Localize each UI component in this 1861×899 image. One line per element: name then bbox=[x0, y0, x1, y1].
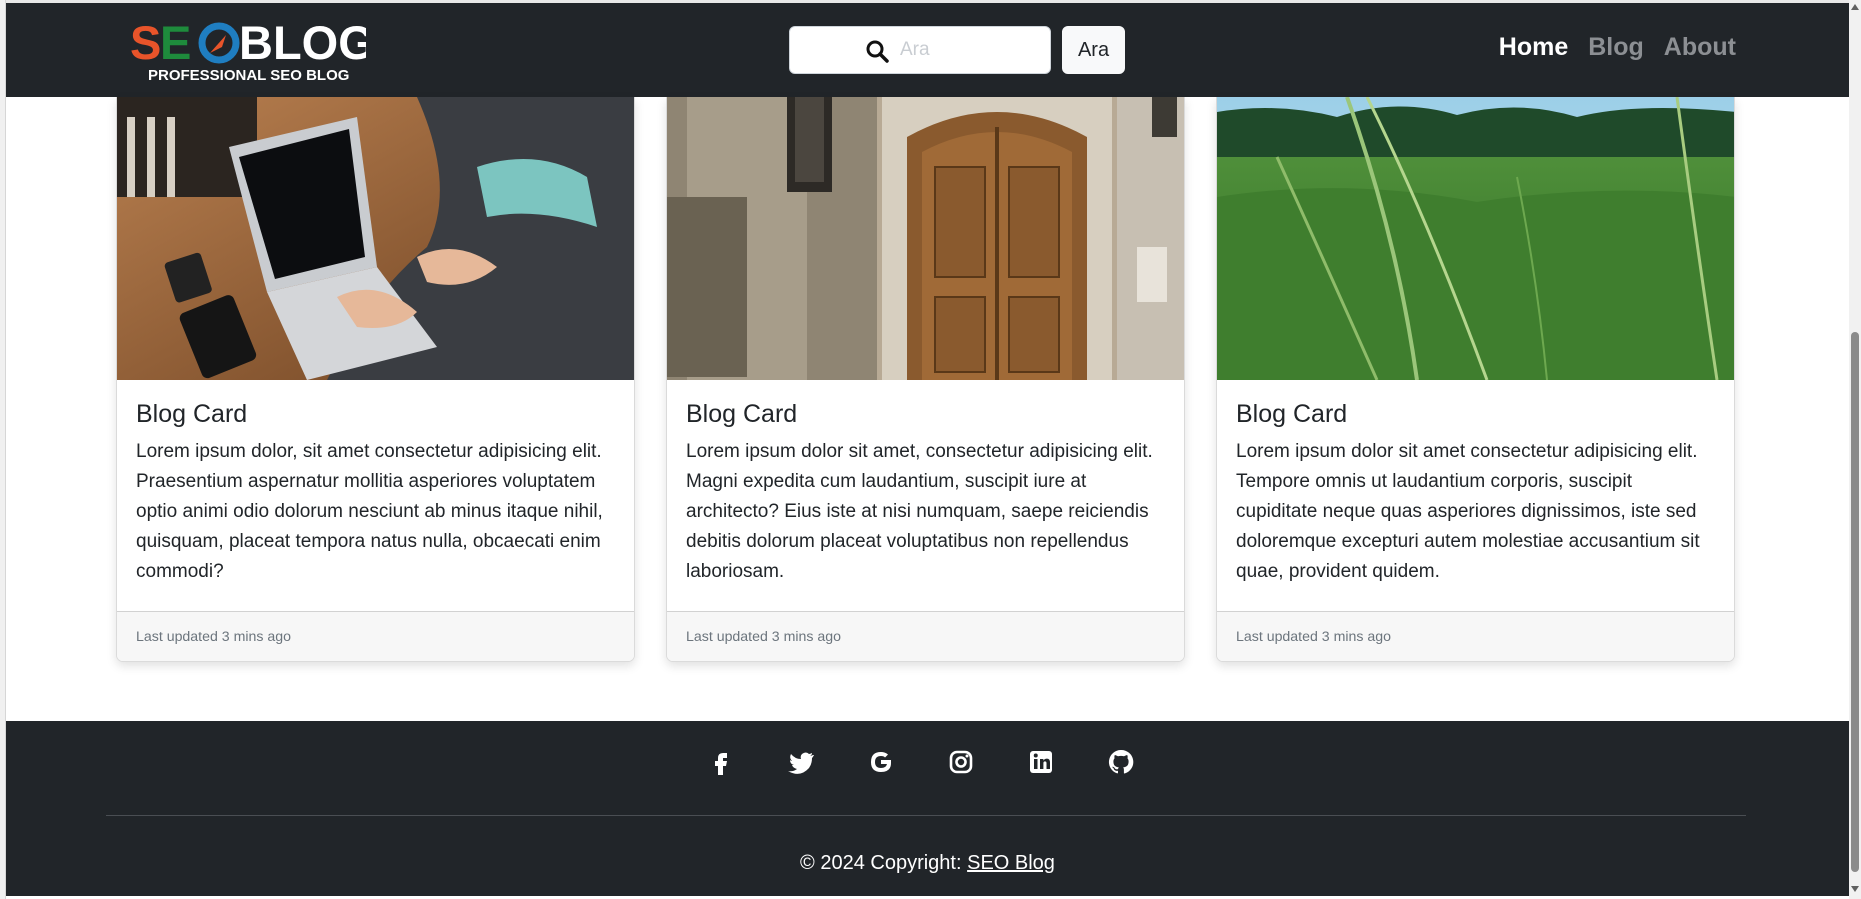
card-text: Lorem ipsum dolor sit amet consectetur a… bbox=[1236, 441, 1700, 582]
card-body: Blog Card Lorem ipsum dolor sit amet con… bbox=[1236, 400, 1718, 587]
site-logo-graphic: S E BLOG PROFESSIONAL SEO BLOG bbox=[130, 16, 375, 84]
card-footer: Last updated 3 mins ago bbox=[1217, 611, 1734, 661]
google-icon[interactable] bbox=[866, 747, 896, 777]
site-logo[interactable]: S E BLOG PROFESSIONAL SEO BLOG bbox=[126, 15, 375, 87]
search-button[interactable]: Ara bbox=[1062, 26, 1125, 74]
card-title[interactable]: Blog Card bbox=[136, 400, 618, 429]
card-title[interactable]: Blog Card bbox=[686, 400, 1168, 429]
card-body: Blog Card Lorem ipsum dolor, sit amet co… bbox=[136, 400, 618, 587]
blog-card[interactable]: Blog Card Lorem ipsum dolor sit amet, co… bbox=[666, 97, 1185, 662]
footer-divider bbox=[106, 815, 1746, 816]
nav-item-about[interactable]: About bbox=[1664, 33, 1736, 62]
card-updated-text: Last updated 3 mins ago bbox=[136, 629, 292, 645]
scroll-up-arrow-icon[interactable] bbox=[1851, 2, 1859, 12]
page-scrollbar[interactable] bbox=[1849, 0, 1861, 899]
blog-card[interactable]: Blog Card Lorem ipsum dolor, sit amet co… bbox=[116, 97, 635, 662]
svg-text:BLOG: BLOG bbox=[239, 16, 366, 69]
card-title[interactable]: Blog Card bbox=[1236, 400, 1718, 429]
card-footer: Last updated 3 mins ago bbox=[667, 611, 1184, 661]
search-icon bbox=[865, 39, 889, 63]
blog-card-grid: Blog Card Lorem ipsum dolor, sit amet co… bbox=[116, 97, 1736, 662]
card-updated-text: Last updated 3 mins ago bbox=[1236, 629, 1392, 645]
copyright-text: © 2024 Copyright: SEO Blog bbox=[6, 852, 1849, 875]
scrollbar-thumb[interactable] bbox=[1851, 332, 1859, 872]
card-updated-text: Last updated 3 mins ago bbox=[686, 629, 842, 645]
linkedin-icon[interactable] bbox=[1026, 747, 1056, 777]
blog-card[interactable]: Blog Card Lorem ipsum dolor sit amet con… bbox=[1216, 97, 1735, 662]
instagram-icon[interactable] bbox=[946, 747, 976, 777]
nav-item-blog[interactable]: Blog bbox=[1588, 33, 1644, 62]
card-footer: Last updated 3 mins ago bbox=[117, 611, 634, 661]
wooden-door-photo bbox=[667, 97, 1184, 380]
top-navbar: S E BLOG PROFESSIONAL SEO BLOG Ara Home … bbox=[6, 3, 1849, 97]
laptop-photo bbox=[117, 97, 634, 380]
social-links bbox=[706, 747, 1136, 777]
copyright-prefix: © 2024 Copyright: bbox=[800, 852, 968, 874]
facebook-icon[interactable] bbox=[706, 747, 736, 777]
svg-text:PROFESSIONAL SEO BLOG: PROFESSIONAL SEO BLOG bbox=[148, 67, 349, 84]
card-text: Lorem ipsum dolor sit amet, consectetur … bbox=[686, 441, 1153, 582]
card-text: Lorem ipsum dolor, sit amet consectetur … bbox=[136, 441, 603, 582]
svg-text:E: E bbox=[160, 16, 191, 69]
browser-viewport: S E BLOG PROFESSIONAL SEO BLOG Ara Home … bbox=[0, 0, 1861, 899]
search-input[interactable] bbox=[900, 35, 1040, 65]
copyright-link[interactable]: SEO Blog bbox=[967, 852, 1055, 874]
site-footer: © 2024 Copyright: SEO Blog bbox=[6, 721, 1849, 896]
twitter-icon[interactable] bbox=[786, 747, 816, 777]
main-nav: Home Blog About bbox=[1499, 33, 1736, 62]
github-icon[interactable] bbox=[1106, 747, 1136, 777]
search-field-wrapper bbox=[789, 26, 1051, 74]
card-body: Blog Card Lorem ipsum dolor sit amet, co… bbox=[686, 400, 1168, 587]
grass-field-photo bbox=[1217, 97, 1734, 380]
svg-text:S: S bbox=[130, 16, 161, 69]
nav-item-home[interactable]: Home bbox=[1499, 33, 1568, 62]
scroll-down-arrow-icon[interactable] bbox=[1851, 884, 1859, 894]
